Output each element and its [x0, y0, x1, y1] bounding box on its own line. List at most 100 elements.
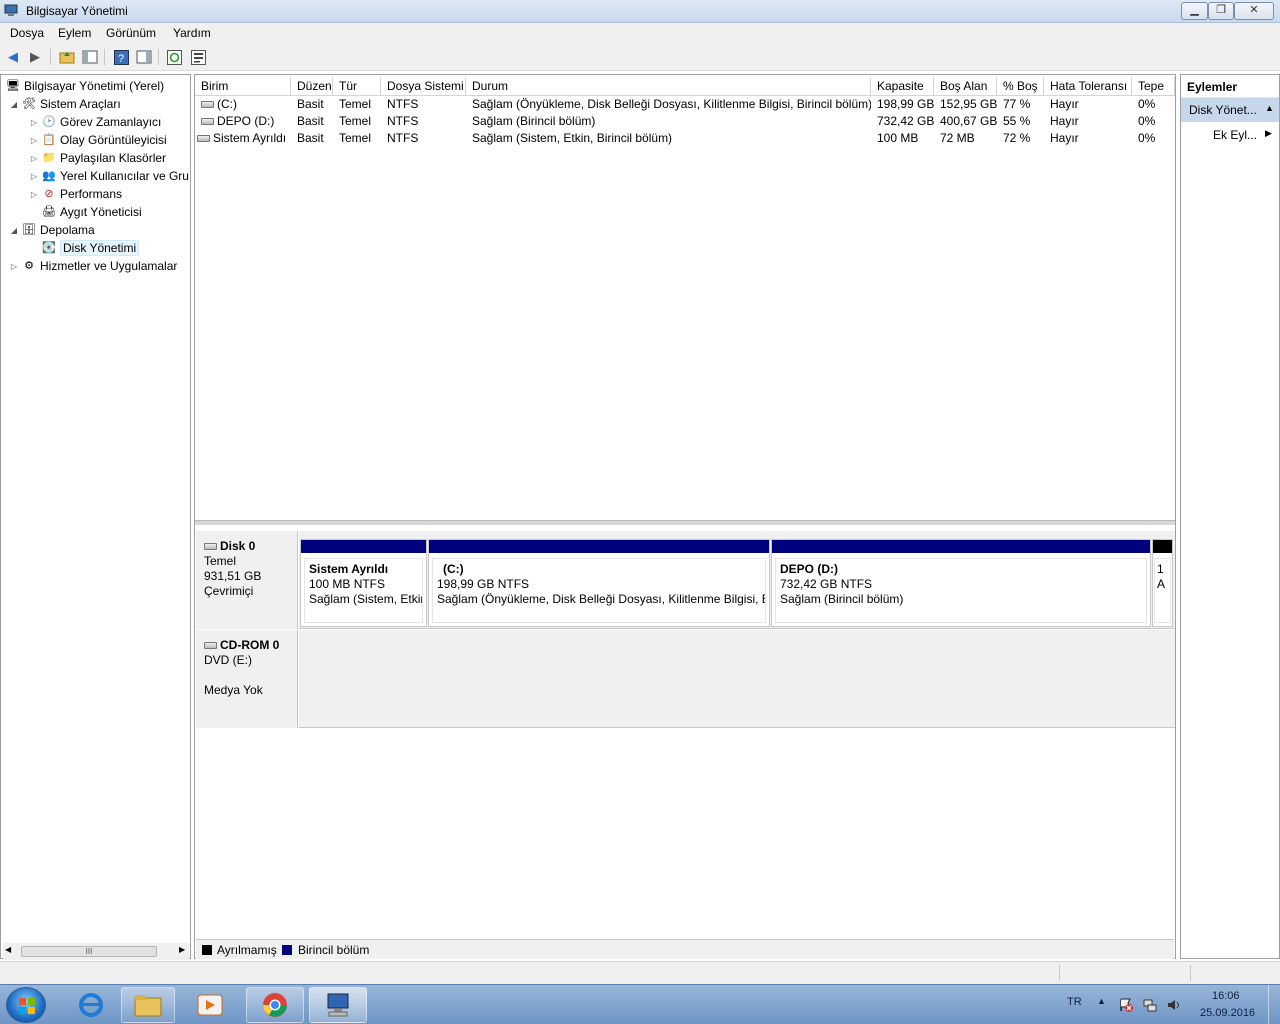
navigation-tree: 🖥 Bilgisayar Yönetimi (Yerel) ◢ 🛠 Sistem…	[0, 74, 191, 960]
volume-cell: Temel	[339, 131, 372, 145]
column-header-tepe[interactable]: Tepe	[1132, 77, 1175, 96]
internet-explorer-icon[interactable]	[66, 987, 116, 1023]
tree-node-hizmetler[interactable]: ▷ ⚙ Hizmetler ve Uygulamalar	[9, 257, 177, 275]
column-header-kapasite[interactable]: Kapasite	[871, 77, 934, 96]
cdrom0-title: CD-ROM 0	[204, 638, 297, 653]
scroll-thumb[interactable]: III	[21, 946, 157, 957]
action-center-icon[interactable]	[1118, 997, 1134, 1016]
services-icon: ⚙	[24, 260, 34, 272]
legend-unallocated-label: Ayrılmamış	[217, 943, 277, 957]
tree-node-gorev-zamanlayici[interactable]: ▷ 🕑 Görev Zamanlayıcı	[29, 113, 161, 131]
unallocated-bar	[1153, 540, 1172, 554]
minimize-button[interactable]: ▁	[1181, 2, 1208, 20]
column-header-bos-alan[interactable]: Boş Alan	[934, 77, 997, 96]
file-explorer-icon[interactable]	[121, 987, 175, 1023]
show-hidden-icons-icon[interactable]: ▲	[1097, 996, 1106, 1006]
clock-time[interactable]: 16:06	[1212, 990, 1240, 1002]
tree-horizontal-scrollbar[interactable]: ◀ III ▶	[3, 943, 189, 960]
computer-management-taskbar-icon[interactable]	[309, 987, 367, 1023]
column-header-durum[interactable]: Durum	[466, 77, 871, 96]
volume-list-header: Birim Düzen Tür Dosya Sistemi Durum Kapa…	[195, 77, 1175, 96]
menu-eylem[interactable]: Eylem	[58, 26, 91, 40]
column-header-tur[interactable]: Tür	[333, 77, 381, 96]
tree-node-olay-goruntuleyicisi[interactable]: ▷ 📋 Olay Görüntüleyicisi	[29, 131, 167, 149]
pane-splitter[interactable]	[195, 520, 1175, 525]
column-header-hata-toleransi[interactable]: Hata Toleransı	[1044, 77, 1132, 96]
tree-node-disk-yonetimi[interactable]: 💽 Disk Yönetimi	[29, 239, 140, 257]
volume-cell: Basit	[297, 114, 324, 128]
tree-node-aygit-yoneticisi[interactable]: 🖨 Aygıt Yöneticisi	[29, 203, 142, 221]
tree-node-performans[interactable]: ▷ ⊘ Performans	[29, 185, 122, 203]
clock-date[interactable]: 25.09.2016	[1200, 1007, 1255, 1019]
disk0-partitions: Sistem Ayrıldı 100 MB NTFS Sağlam (Siste…	[299, 531, 1175, 629]
expand-arrow-icon[interactable]: ▷	[29, 172, 39, 181]
help-icon[interactable]: ?	[112, 48, 130, 66]
cdrom0-info[interactable]: CD-ROM 0 DVD (E:) Medya Yok	[196, 630, 298, 728]
volume-row[interactable]: Sistem Ayrıldı Basit Temel NTFS Sağlam (…	[195, 130, 1175, 147]
refresh-icon[interactable]	[165, 48, 183, 66]
show-desktop-button[interactable]	[1268, 985, 1280, 1024]
scroll-right-icon[interactable]: ▶	[179, 945, 185, 954]
column-header-dosya-sistemi[interactable]: Dosya Sistemi	[381, 77, 466, 96]
expand-arrow-icon[interactable]: ▷	[9, 262, 19, 271]
menu-yardim[interactable]: Yardım	[173, 26, 211, 40]
up-folder-icon[interactable]	[58, 48, 76, 66]
title-bar: Bilgisayar Yönetimi ▁ ❐ ✕	[0, 0, 1280, 23]
drive-icon	[201, 101, 214, 109]
computer-management-icon: 🖥	[6, 80, 20, 92]
forward-arrow-icon[interactable]: ▶	[26, 48, 44, 66]
media-player-icon[interactable]	[183, 987, 237, 1023]
language-indicator[interactable]: TR	[1067, 996, 1082, 1008]
volume-cell: 72 MB	[940, 131, 975, 145]
expand-arrow-icon[interactable]: ▷	[29, 154, 39, 163]
disk0-info[interactable]: Disk 0 Temel 931,51 GB Çevrimiçi	[196, 531, 298, 629]
column-header-duzen[interactable]: Düzen	[291, 77, 333, 96]
start-button[interactable]	[6, 987, 46, 1023]
partition-d[interactable]: DEPO (D:) 732,42 GB NTFS Sağlam (Birinci…	[771, 539, 1151, 627]
volume-row[interactable]: (C:) Basit Temel NTFS Sağlam (Önyükleme,…	[195, 96, 1175, 113]
tree-node-root[interactable]: 🖥 Bilgisayar Yönetimi (Yerel)	[3, 77, 164, 95]
expand-arrow-icon[interactable]: ▷	[29, 118, 39, 127]
tree-node-depolama[interactable]: ◢ 🗄 Depolama	[9, 221, 95, 239]
tree-node-paylasilan-klasorler[interactable]: ▷ 📁 Paylaşılan Klasörler	[29, 149, 166, 167]
column-header-birim[interactable]: Birim	[195, 77, 291, 96]
volume-name-cell: DEPO (D:)	[195, 113, 291, 130]
scroll-left-icon[interactable]: ◀	[5, 945, 11, 954]
partition-size: 198,99 GB NTFS	[437, 577, 530, 591]
legend-primary-label: Birincil bölüm	[298, 943, 370, 957]
partition-status: Sağlam (Sistem, Etkin	[309, 592, 423, 606]
menu-dosya[interactable]: Dosya	[10, 26, 44, 40]
collapse-arrow-icon[interactable]: ◢	[9, 100, 19, 109]
tree-label: Paylaşılan Klasörler	[60, 151, 167, 165]
more-actions-item[interactable]: Ek Eyl... ▶	[1181, 124, 1279, 144]
network-icon[interactable]	[1142, 997, 1158, 1016]
back-arrow-icon[interactable]: ◀	[4, 48, 22, 66]
partition-name: (C:)	[443, 562, 464, 576]
tree-label: Yerel Kullanıcılar ve Gru	[60, 169, 189, 183]
partition-size: 1	[1157, 562, 1164, 576]
actions-section-disk-yonetimi[interactable]: Disk Yönet... ▲	[1181, 98, 1279, 122]
tree-node-yerel-kullanicilar[interactable]: ▷ 👥 Yerel Kullanıcılar ve Gru	[29, 167, 189, 185]
chrome-icon[interactable]	[246, 987, 304, 1023]
tree-node-sistem-araclari[interactable]: ◢ 🛠 Sistem Araçları	[9, 95, 121, 113]
show-hide-action-pane-icon[interactable]	[135, 48, 153, 66]
close-button[interactable]: ✕	[1234, 2, 1274, 20]
volume-cell: Hayır	[1050, 97, 1079, 111]
volume-icon[interactable]	[1166, 997, 1182, 1016]
tree-label: Disk Yönetimi	[60, 240, 140, 256]
show-hide-tree-icon[interactable]	[81, 48, 99, 66]
drive-icon	[201, 118, 214, 126]
volume-cell: 0%	[1138, 114, 1156, 128]
properties-icon[interactable]	[189, 48, 207, 66]
menu-gorunum[interactable]: Görünüm	[106, 26, 156, 40]
partition-unallocated[interactable]: 1 A	[1152, 539, 1173, 627]
column-header-yuzde-bos[interactable]: % Boş	[997, 77, 1044, 96]
volume-row[interactable]: DEPO (D:) Basit Temel NTFS Sağlam (Birin…	[195, 113, 1175, 130]
partition-sistem-ayrildi[interactable]: Sistem Ayrıldı 100 MB NTFS Sağlam (Siste…	[300, 539, 427, 627]
expand-arrow-icon[interactable]: ▷	[29, 136, 39, 145]
collapse-up-icon[interactable]: ▲	[1265, 103, 1274, 113]
partition-c[interactable]: (C:) 198,99 GB NTFS Sağlam (Önyükleme, D…	[428, 539, 770, 627]
expand-arrow-icon[interactable]: ▷	[29, 190, 39, 199]
maximize-button[interactable]: ❐	[1208, 2, 1234, 20]
collapse-arrow-icon[interactable]: ◢	[9, 226, 19, 235]
